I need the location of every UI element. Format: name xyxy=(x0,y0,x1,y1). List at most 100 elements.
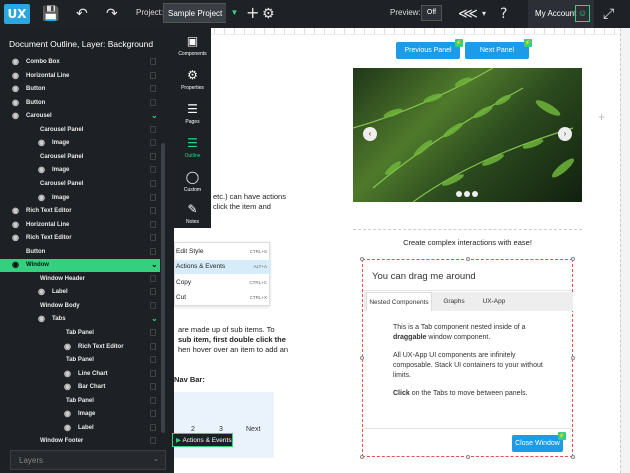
outline-row[interactable]: ◉ Horizontal Line xyxy=(0,219,160,232)
eye-icon[interactable]: ◉ xyxy=(12,97,19,109)
carousel-dot[interactable] xyxy=(456,191,462,197)
undo-icon[interactable]: ↶ xyxy=(76,4,88,24)
eye-icon[interactable]: ◉ xyxy=(38,286,45,298)
outline-row[interactable]: Tab Panel xyxy=(0,327,160,340)
add-icon[interactable]: + xyxy=(598,110,605,124)
carousel[interactable]: ‹ › xyxy=(353,68,582,202)
tab-ux-app[interactable]: UX-App xyxy=(474,292,514,311)
menu-item-copy[interactable]: Copy CTRL+C xyxy=(175,276,271,290)
eye-icon[interactable]: ◉ xyxy=(64,408,71,420)
outline-row[interactable]: ◉ Rich Text Editor xyxy=(0,232,160,245)
menu-item-cut[interactable]: Cut CTRL+X xyxy=(175,291,271,305)
help-icon[interactable]: ? xyxy=(500,4,507,24)
lock-icon[interactable] xyxy=(150,193,156,201)
lock-icon[interactable] xyxy=(150,396,156,404)
eye-icon[interactable]: ◉ xyxy=(12,83,19,95)
eye-icon[interactable]: ◉ xyxy=(12,259,19,271)
eye-icon[interactable]: ◉ xyxy=(64,381,71,393)
nav-cell[interactable]: 3 xyxy=(219,426,223,433)
share-icon[interactable]: ⋘ xyxy=(458,4,478,24)
lock-icon[interactable] xyxy=(150,125,156,133)
eye-icon[interactable]: ◉ xyxy=(64,422,71,434)
resize-handle[interactable] xyxy=(571,356,575,360)
outline-row[interactable]: Window Header xyxy=(0,273,160,286)
carousel-dot[interactable] xyxy=(472,191,478,197)
redo-icon[interactable]: ↷ xyxy=(106,4,118,24)
eye-icon[interactable]: ◉ xyxy=(38,164,45,176)
carousel-next-icon[interactable]: › xyxy=(558,127,572,141)
actions-events-handle[interactable]: ▶ Actions & Events xyxy=(172,433,233,447)
lock-icon[interactable] xyxy=(150,139,156,147)
next-panel-button[interactable]: Next Panel ⚡ xyxy=(465,39,532,59)
outline-row[interactable]: ◉ Tabs ⌄ xyxy=(0,313,160,326)
outline-scrollbar[interactable] xyxy=(161,143,165,433)
eye-icon[interactable]: ◉ xyxy=(38,313,45,325)
lock-icon[interactable] xyxy=(150,207,156,215)
resize-handle[interactable] xyxy=(466,257,470,261)
lock-icon[interactable] xyxy=(150,356,156,364)
resize-handle[interactable] xyxy=(360,356,364,360)
lock-icon[interactable] xyxy=(150,329,156,336)
outline-row[interactable]: ◉ Rich Text Editor xyxy=(0,341,160,354)
outline-row[interactable]: ◉ Window ⌄ xyxy=(0,259,160,273)
resize-handle[interactable] xyxy=(360,257,364,261)
eye-icon[interactable]: ◉ xyxy=(38,192,45,204)
outline-row[interactable]: ◉ Image xyxy=(0,408,160,421)
chevron-down-icon[interactable]: ▼ xyxy=(226,3,243,23)
outline-row[interactable]: ◉ Button xyxy=(0,83,160,96)
lock-icon[interactable] xyxy=(150,274,156,282)
outline-row[interactable]: ◉ Horizontal Line xyxy=(0,70,160,83)
chevron-down-icon[interactable]: ⌄ xyxy=(151,259,158,271)
outline-row[interactable]: Tab Panel xyxy=(0,354,160,367)
outline-row[interactable]: Carousel Panel xyxy=(0,124,160,137)
lock-icon[interactable] xyxy=(150,369,156,377)
outline-row[interactable]: ◉ Image xyxy=(0,164,160,177)
outline-row[interactable]: Window Body xyxy=(0,300,160,313)
eye-icon[interactable]: ◉ xyxy=(64,368,71,380)
outline-row[interactable]: ◉ Button xyxy=(0,97,160,110)
lock-icon[interactable] xyxy=(150,179,156,187)
lock-icon[interactable] xyxy=(150,166,156,174)
eye-icon[interactable]: ◉ xyxy=(12,70,19,82)
eye-icon[interactable]: ◉ xyxy=(12,232,19,244)
lock-icon[interactable] xyxy=(150,423,156,431)
outline-row[interactable]: ◉ Image xyxy=(0,192,160,205)
outline-row[interactable]: ◉ Rich Text Editor xyxy=(0,205,160,218)
outline-row[interactable]: ◉ Combo Box xyxy=(0,56,160,69)
lock-icon[interactable] xyxy=(150,220,156,228)
menu-item-actions-events[interactable]: Actions & Events ALT+A xyxy=(175,260,271,274)
tab-graphs[interactable]: Graphs xyxy=(436,292,472,311)
draggable-window[interactable]: You can drag me around Nested Components… xyxy=(362,259,573,457)
eye-icon[interactable]: ◉ xyxy=(64,341,71,353)
outline-row[interactable]: Tab Panel xyxy=(0,395,160,408)
lock-icon[interactable] xyxy=(150,234,156,242)
outline-row[interactable]: ◉ Label xyxy=(0,422,160,435)
save-icon[interactable]: 💾 xyxy=(42,4,59,24)
eye-icon[interactable]: ◉ xyxy=(12,205,19,217)
resize-handle[interactable] xyxy=(466,455,470,459)
nav-cell[interactable]: 2 xyxy=(191,426,195,433)
lock-icon[interactable] xyxy=(150,58,156,65)
chevron-down-icon[interactable]: ⌄ xyxy=(151,313,158,325)
gear-icon[interactable]: ⚙ xyxy=(262,4,275,24)
previous-panel-button[interactable]: Previous Panel ⚡ xyxy=(396,39,463,59)
lock-icon[interactable] xyxy=(150,85,156,93)
lock-icon[interactable] xyxy=(150,71,156,79)
lock-icon[interactable] xyxy=(150,410,156,418)
lock-icon[interactable] xyxy=(150,288,156,296)
fullscreen-icon[interactable]: ⤢ xyxy=(603,4,614,24)
outline-row[interactable]: ◉ Image xyxy=(0,137,160,150)
outline-row[interactable]: Button xyxy=(0,246,160,259)
nav-cell[interactable]: Next xyxy=(246,426,260,433)
lock-icon[interactable] xyxy=(150,98,156,106)
resize-handle[interactable] xyxy=(571,455,575,459)
outline-row[interactable]: Carousel Panel xyxy=(0,178,160,191)
eye-icon[interactable]: ◉ xyxy=(12,56,19,68)
lock-icon[interactable] xyxy=(150,383,156,391)
lock-icon[interactable] xyxy=(150,301,156,309)
eye-icon[interactable]: ◉ xyxy=(12,110,19,122)
tab-nested-components[interactable]: Nested Components xyxy=(366,292,432,311)
close-window-button[interactable]: Close Window ⚡ xyxy=(512,432,566,452)
lock-icon[interactable] xyxy=(150,152,156,160)
carousel-dot[interactable] xyxy=(464,191,470,197)
